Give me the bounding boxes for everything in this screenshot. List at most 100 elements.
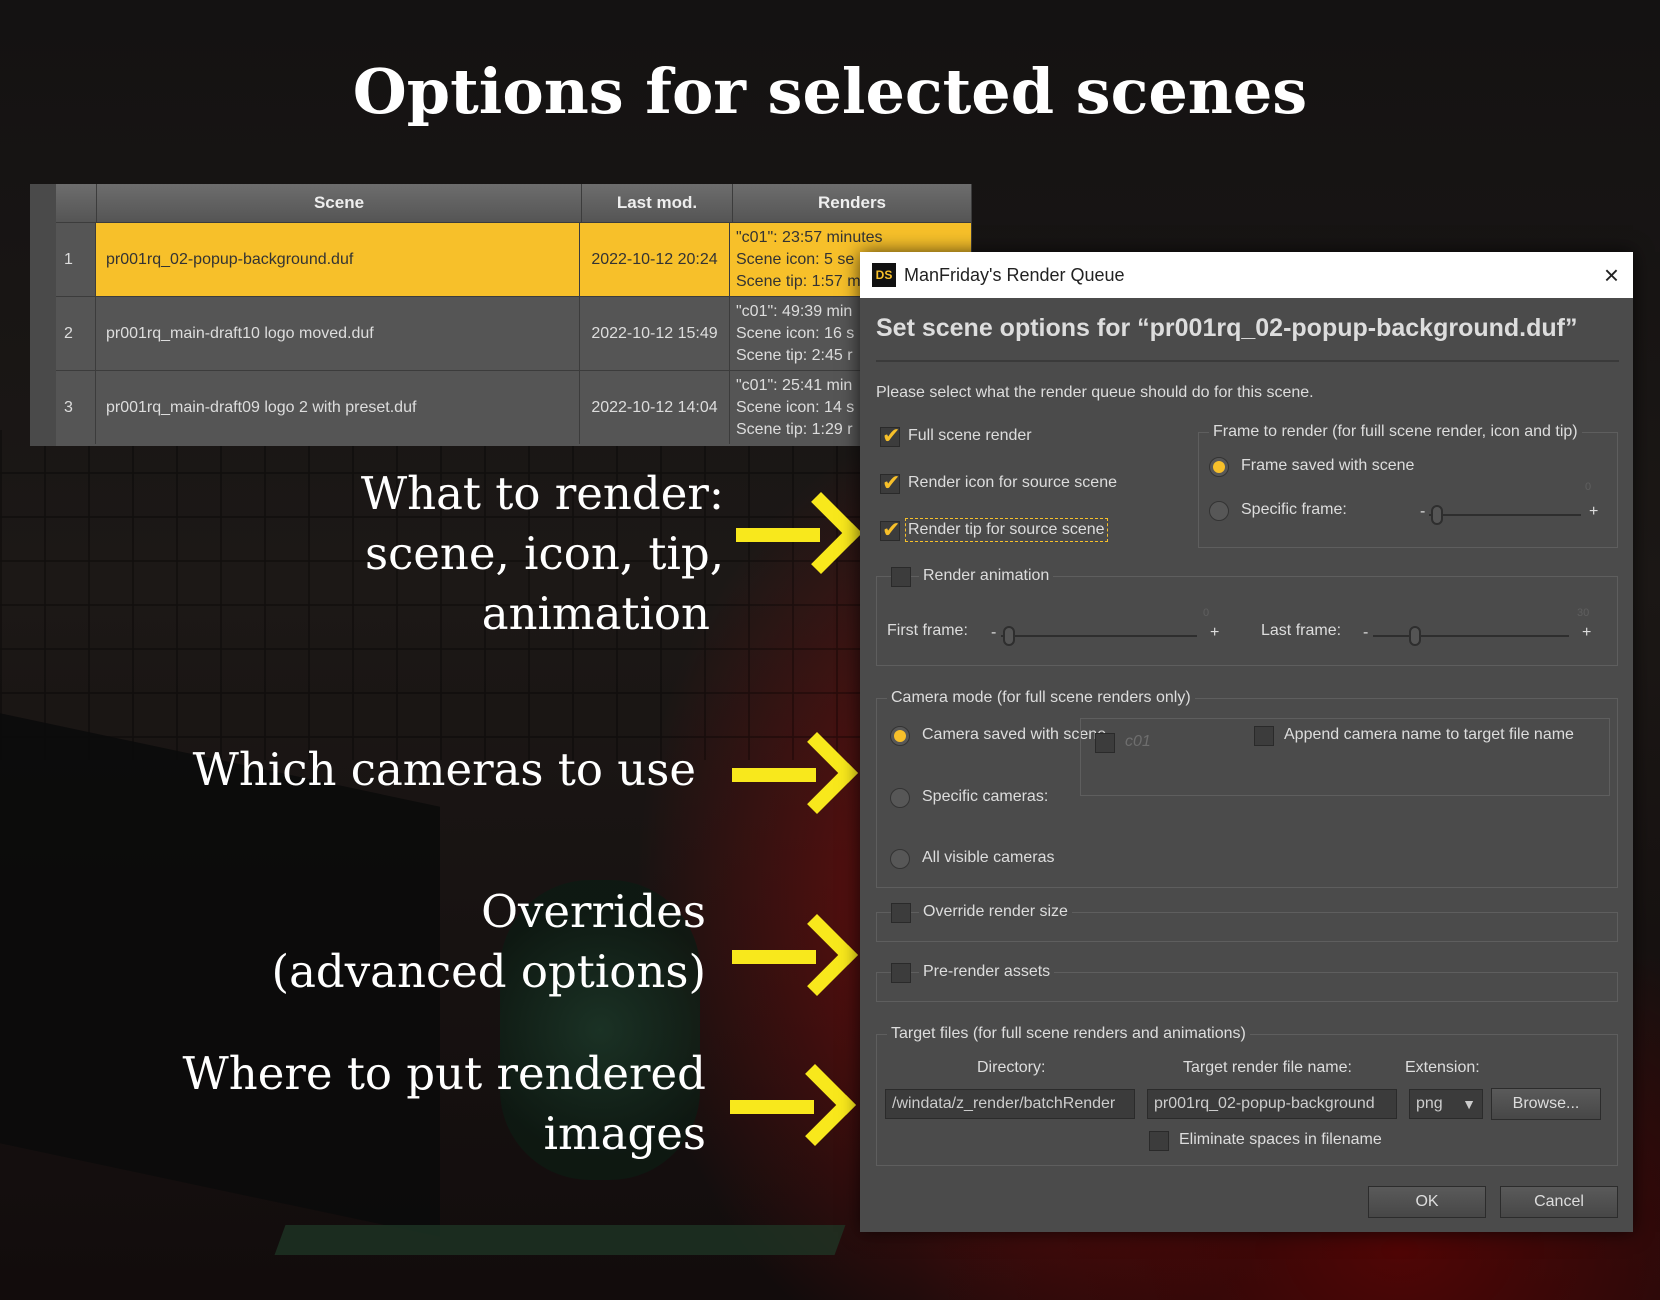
arrow-icon <box>736 491 863 575</box>
first-frame-label: First frame: <box>887 622 968 639</box>
ok-button[interactable]: OK <box>1368 1186 1486 1218</box>
extension-select[interactable]: png ▼ <box>1409 1089 1483 1119</box>
slider-knob[interactable] <box>1431 505 1443 525</box>
full-scene-render-checkbox[interactable] <box>880 423 900 449</box>
row-number: 3 <box>56 371 96 444</box>
annotation-line: Which cameras to use <box>192 743 696 796</box>
render-line: "c01": 23:57 minutes <box>736 229 883 246</box>
specific-cameras-label: Specific cameras: <box>922 788 1049 805</box>
extension-label: Extension: <box>1405 1059 1480 1076</box>
all-visible-label: All visible cameras <box>922 849 1055 866</box>
annotation-line: (advanced options) <box>271 945 706 998</box>
last-frame-label: Last frame: <box>1261 622 1342 639</box>
last-frame-value: 30 <box>1577 607 1590 619</box>
filename-label: Target render file name: <box>1183 1059 1352 1076</box>
column-header-last-mod[interactable]: Last mod. <box>582 184 733 222</box>
full-scene-render-label: Full scene render <box>908 427 1032 444</box>
first-frame-value: 0 <box>1203 607 1210 619</box>
override-size-group: Override render size <box>876 903 1618 942</box>
row-scene: pr001rq_main-draft09 logo 2 with preset.… <box>96 371 580 444</box>
camera-list: c01 <box>1080 718 1610 796</box>
browse-button[interactable]: Browse... <box>1491 1088 1601 1120</box>
plus-icon[interactable]: + <box>1582 624 1591 642</box>
camera-saved-label: Camera saved with scene <box>922 726 1107 743</box>
override-size-label: Override render size <box>919 903 1072 921</box>
filename-input[interactable]: pr001rq_02-popup-background <box>1147 1089 1397 1119</box>
annotation-line: animation <box>481 587 710 640</box>
column-header-scene[interactable]: Scene <box>97 184 582 222</box>
override-size-checkbox[interactable] <box>891 903 911 923</box>
annotation-cameras: Which cameras to use <box>100 740 696 800</box>
first-frame-slider[interactable] <box>1001 626 1197 646</box>
annotation-line: Where to put rendered <box>182 1047 706 1100</box>
render-tip-checkbox[interactable] <box>880 517 900 543</box>
dialog-titlebar[interactable]: DS ManFriday's Render Queue × <box>860 252 1633 298</box>
close-icon[interactable]: × <box>1604 260 1619 291</box>
plus-icon[interactable]: + <box>1589 503 1598 521</box>
row-number: 2 <box>56 297 96 370</box>
annotation-what-to-render: What to render: scene, icon, tip, animat… <box>230 464 724 644</box>
pre-render-group: Pre-render assets <box>876 963 1618 1002</box>
specific-cameras-radio[interactable] <box>890 788 910 808</box>
plus-icon[interactable]: + <box>1210 624 1219 642</box>
row-last-mod: 2022-10-12 15:49 <box>580 297 730 370</box>
daz-studio-logo-icon: DS <box>872 263 896 287</box>
slide-title: Options for selected scenes <box>352 55 1308 128</box>
render-icon-checkbox[interactable] <box>880 470 900 496</box>
intro-text: Please select what the render queue shou… <box>876 384 1314 401</box>
pre-render-label: Pre-render assets <box>919 963 1055 981</box>
table-row[interactable]: 3 pr001rq_main-draft09 logo 2 with prese… <box>56 370 972 444</box>
render-animation-label: Render animation <box>919 567 1054 585</box>
minus-icon[interactable]: - <box>991 624 996 642</box>
animation-group: Render animation First frame: 0 - + Last… <box>876 567 1618 666</box>
specific-frame-radio[interactable] <box>1209 501 1229 521</box>
extension-value: png <box>1416 1095 1443 1112</box>
slider-knob[interactable] <box>1003 626 1015 646</box>
directory-label: Directory: <box>977 1059 1046 1076</box>
slider-knob[interactable] <box>1409 626 1421 646</box>
render-tip-label: Render tip for source scene <box>905 518 1108 542</box>
last-frame-slider[interactable] <box>1373 626 1569 646</box>
camera-group-title: Camera mode (for full scene renders only… <box>887 689 1195 707</box>
scene-table-header: Scene Last mod. Renders <box>56 184 972 222</box>
minus-icon[interactable]: - <box>1363 624 1368 642</box>
camera-saved-radio[interactable] <box>890 726 910 746</box>
table-row[interactable]: 2 pr001rq_main-draft10 logo moved.duf 20… <box>56 296 972 370</box>
annotation-line: scene, icon, tip, <box>364 527 724 580</box>
scene-table: Scene Last mod. Renders 1 pr001rq_02-pop… <box>30 184 972 446</box>
table-row[interactable]: 1 pr001rq_02-popup-background.duf 2022-1… <box>56 222 972 296</box>
cancel-button[interactable]: Cancel <box>1500 1186 1618 1218</box>
all-visible-radio[interactable] <box>890 849 910 869</box>
target-files-group: Target files (for full scene renders and… <box>876 1025 1618 1166</box>
annotation-line: images <box>543 1107 706 1160</box>
annotation-line: Overrides <box>481 885 706 938</box>
minus-icon[interactable]: - <box>1420 503 1425 521</box>
specific-frame-label: Specific frame: <box>1241 501 1347 518</box>
background-keyboard <box>274 1225 846 1255</box>
dialog-heading: Set scene options for “pr001rq_02-popup-… <box>876 314 1578 342</box>
specific-frame-slider[interactable] <box>1429 505 1581 525</box>
arrow-icon <box>732 731 859 815</box>
pre-render-checkbox[interactable] <box>891 963 911 983</box>
divider <box>876 360 1619 362</box>
row-last-mod: 2022-10-12 20:24 <box>580 223 730 296</box>
dialog-title: ManFriday's Render Queue <box>904 264 1125 285</box>
camera-c01-label: c01 <box>1125 733 1151 750</box>
chevron-down-icon: ▼ <box>1462 1096 1476 1112</box>
render-animation-checkbox[interactable] <box>891 567 911 587</box>
column-header-renders[interactable]: Renders <box>733 184 972 222</box>
eliminate-spaces-label: Eliminate spaces in filename <box>1179 1131 1382 1148</box>
arrow-icon <box>730 1063 857 1147</box>
eliminate-spaces-checkbox[interactable] <box>1149 1131 1169 1151</box>
frame-group: Frame to render (for fuill scene render,… <box>1198 423 1618 548</box>
frame-saved-radio[interactable] <box>1209 457 1229 477</box>
target-files-title: Target files (for full scene renders and… <box>887 1025 1250 1043</box>
annotation-line: What to render: <box>360 467 724 520</box>
annotation-where: Where to put rendered images <box>100 1044 706 1164</box>
arrow-icon <box>732 913 859 997</box>
directory-input[interactable]: /windata/z_render/batchRender <box>885 1089 1135 1119</box>
row-last-mod: 2022-10-12 14:04 <box>580 371 730 444</box>
frame-group-title: Frame to render (for fuill scene render,… <box>1209 423 1582 441</box>
camera-c01-checkbox[interactable] <box>1095 733 1115 753</box>
specific-frame-value: 0 <box>1585 481 1592 493</box>
